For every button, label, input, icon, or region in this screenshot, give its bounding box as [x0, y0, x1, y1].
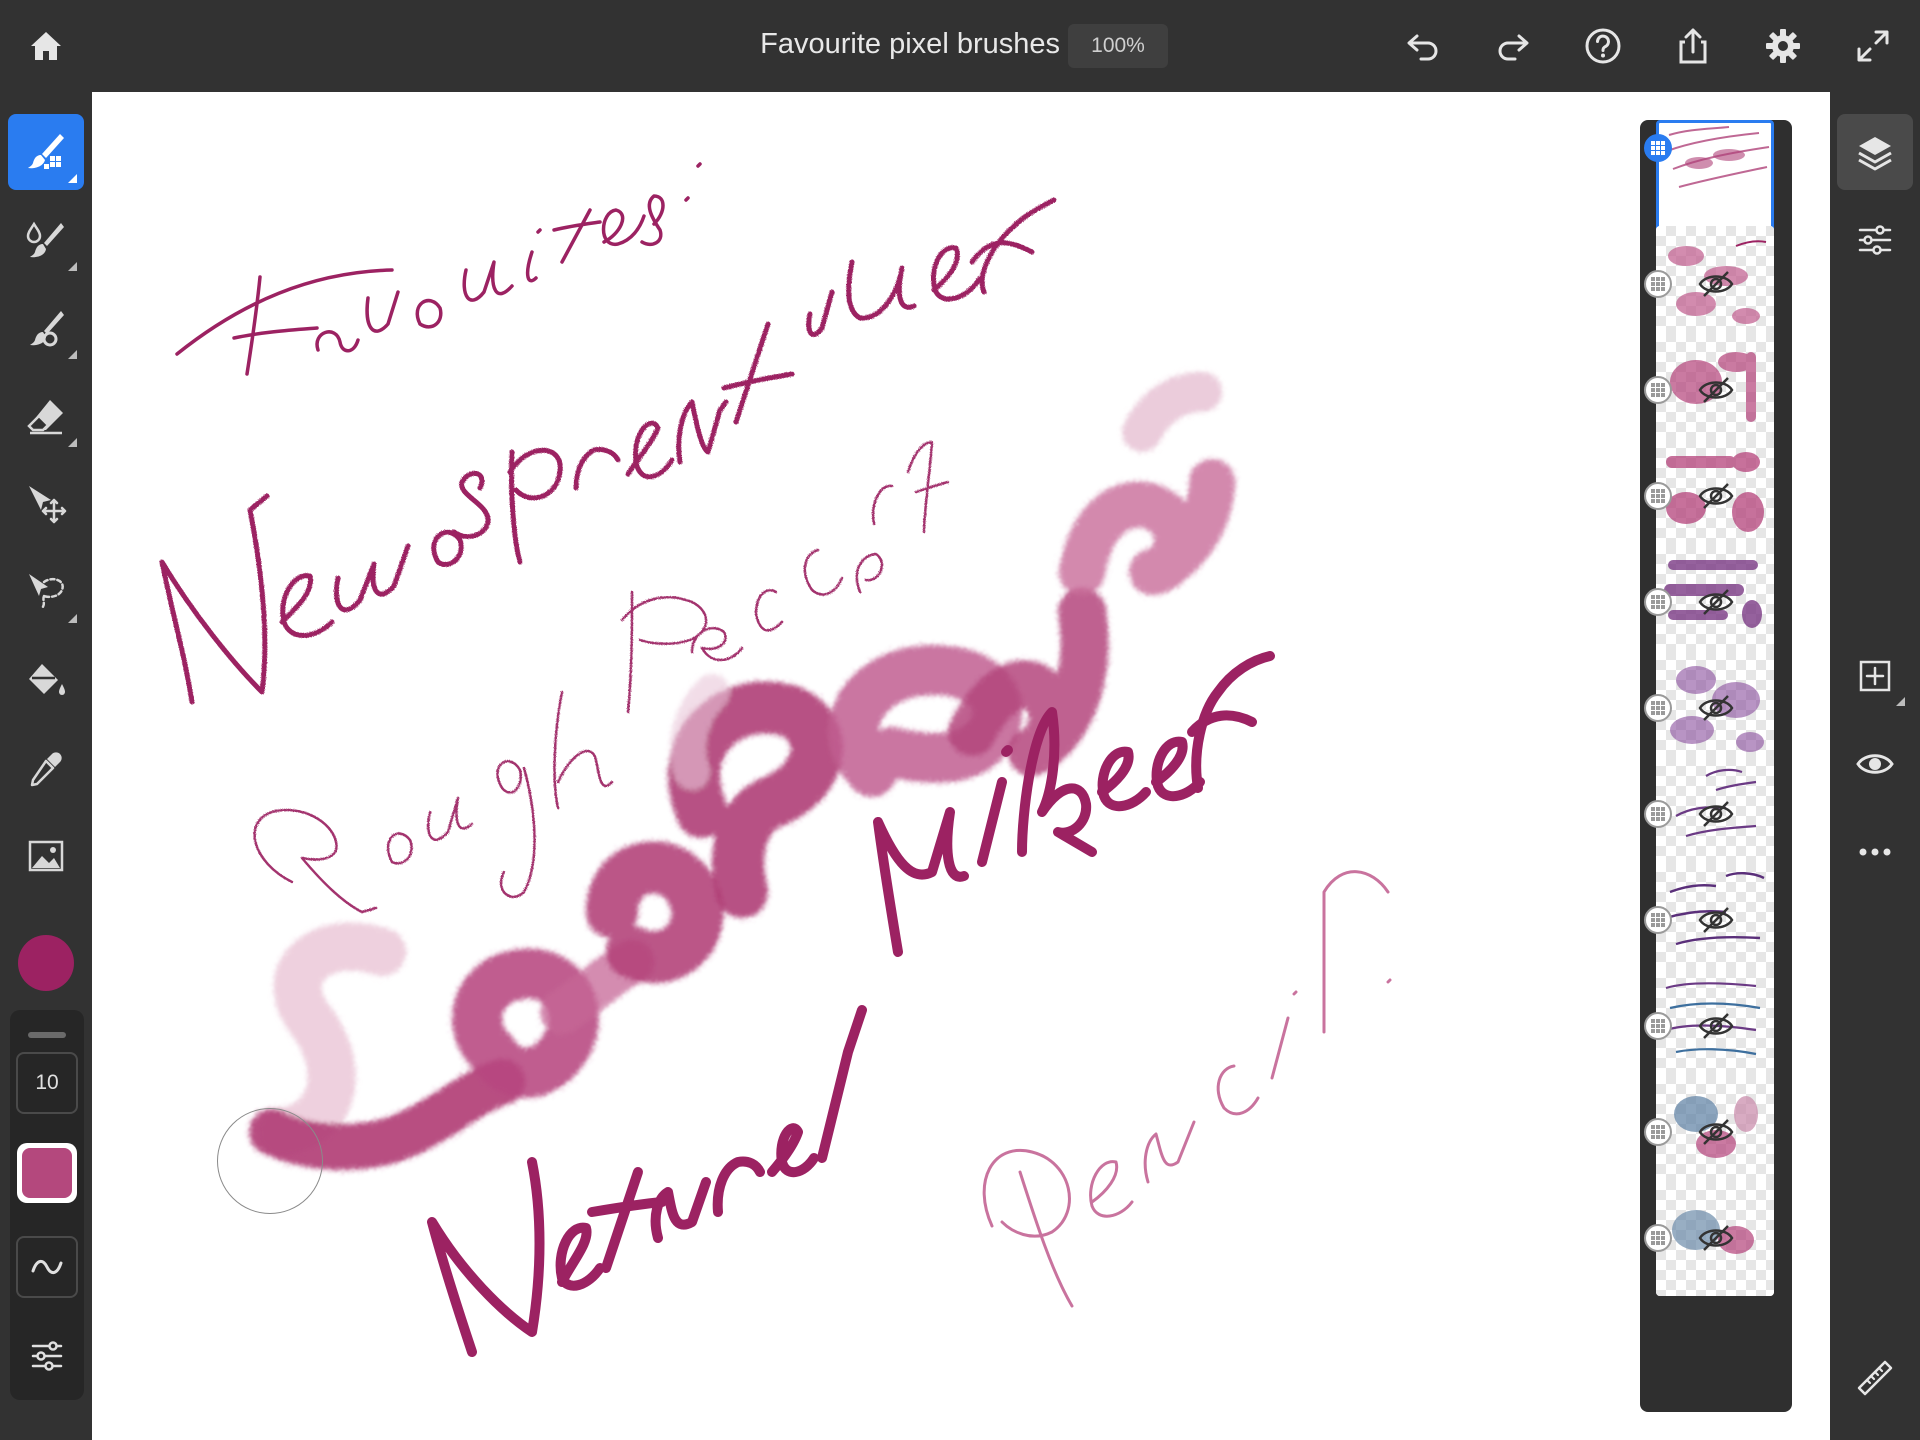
vector-brush-icon: [30, 311, 64, 347]
layer-thumbnail-9[interactable]: [1656, 968, 1774, 1084]
undo-icon[interactable]: [1395, 18, 1451, 74]
drawing-canvas[interactable]: [92, 92, 1830, 1440]
brush-size-value[interactable]: 10: [16, 1052, 78, 1114]
pixel-brush-tool[interactable]: [8, 114, 84, 190]
layer-thumbnail-8[interactable]: [1656, 862, 1774, 978]
layer-thumbnail-1[interactable]: [1656, 120, 1774, 236]
layers-button[interactable]: [1837, 114, 1913, 190]
pixel-layer-badge: [1644, 1012, 1672, 1040]
layer-thumbnail-6[interactable]: [1656, 650, 1774, 766]
transform-icon: [29, 486, 67, 524]
help-icon[interactable]: [1575, 18, 1631, 74]
vector-brush-tool[interactable]: [8, 290, 84, 366]
pixel-layer-badge: [1644, 694, 1672, 722]
hidden-eye-icon[interactable]: [1698, 372, 1734, 408]
top-bar: Favourite pixel brushes 100%: [0, 0, 1920, 92]
color-swatch[interactable]: [18, 935, 74, 991]
brush-color-fill: [22, 1148, 72, 1198]
fullscreen-icon[interactable]: [1845, 18, 1901, 74]
pixel-brush-icon: [28, 134, 64, 169]
brush-settings-button[interactable]: [16, 1325, 78, 1387]
layer-thumbnail-10[interactable]: [1656, 1074, 1774, 1190]
pixel-layer-badge: [1644, 376, 1672, 404]
place-image-tool[interactable]: [8, 818, 84, 894]
size-slider-handle[interactable]: [28, 1032, 66, 1038]
handwriting-rough-pencil: [253, 440, 950, 914]
handwriting-soft-round: [249, 372, 1235, 1170]
layer-properties-button[interactable]: [1837, 202, 1913, 278]
hidden-eye-icon[interactable]: [1698, 1008, 1734, 1044]
live-brush-tool[interactable]: [8, 202, 84, 278]
visibility-icon: [1856, 754, 1894, 774]
brush-settings-panel: 10: [10, 1010, 84, 1400]
hidden-eye-icon[interactable]: [1698, 1220, 1734, 1256]
add-layer-icon: [1859, 660, 1891, 692]
right-toolbar: [1830, 92, 1920, 1440]
canvas-artwork: [159, 162, 1392, 1357]
pixel-layer-badge: [1644, 482, 1672, 510]
visibility-button[interactable]: [1837, 726, 1913, 802]
hidden-eye-icon[interactable]: [1698, 266, 1734, 302]
add-layer-button[interactable]: [1837, 638, 1913, 714]
smoothing-icon: [31, 1260, 63, 1274]
pixel-layer-badge: [1644, 588, 1672, 616]
pixel-layer-badge: [1644, 270, 1672, 298]
home-icon[interactable]: [18, 18, 74, 74]
ruler-button[interactable]: [1837, 1340, 1913, 1416]
more-icon: [1859, 848, 1891, 856]
layer-preview: [1666, 126, 1770, 188]
layer-thumbnail-3[interactable]: [1656, 332, 1774, 448]
eraser-tool[interactable]: [8, 378, 84, 454]
handwriting-pencil: [982, 870, 1392, 1308]
eraser-icon: [27, 400, 63, 435]
redo-icon[interactable]: [1485, 18, 1541, 74]
pixel-layer-badge: [1644, 1224, 1672, 1252]
pixel-layer-badge: [1644, 906, 1672, 934]
smoothing-button[interactable]: [16, 1236, 78, 1298]
layer-thumbnail-5[interactable]: [1656, 544, 1774, 660]
zoom-level[interactable]: 100%: [1068, 24, 1168, 68]
layers-icon: [1858, 137, 1892, 171]
hidden-eye-icon[interactable]: [1698, 584, 1734, 620]
layer-thumbnail-7[interactable]: [1656, 756, 1774, 872]
transform-tool[interactable]: [8, 466, 84, 542]
brush-color-preview[interactable]: [17, 1143, 77, 1203]
live-brush-icon: [26, 221, 64, 258]
pixel-layer-badge: [1644, 134, 1672, 162]
brush-cursor: [217, 1108, 323, 1214]
layer-thumbnail-4[interactable]: [1656, 438, 1774, 554]
layer-thumbnail-11[interactable]: [1656, 1180, 1774, 1296]
lasso-icon: [29, 574, 64, 610]
eyedropper-tool[interactable]: [8, 730, 84, 806]
settings-icon[interactable]: [1755, 18, 1811, 74]
image-icon: [28, 840, 64, 872]
layer-thumbnail-2[interactable]: [1656, 226, 1774, 342]
handwriting-favourites: [175, 162, 702, 376]
layers-panel: [1640, 120, 1792, 1412]
selection-tool[interactable]: [8, 554, 84, 630]
hidden-eye-icon[interactable]: [1698, 796, 1734, 832]
share-icon[interactable]: [1665, 18, 1721, 74]
pixel-layer-badge: [1644, 800, 1672, 828]
hidden-eye-icon[interactable]: [1698, 1114, 1734, 1150]
hidden-eye-icon[interactable]: [1698, 902, 1734, 938]
hidden-eye-icon[interactable]: [1698, 478, 1734, 514]
pixel-layer-badge: [1644, 1118, 1672, 1146]
hidden-eye-icon[interactable]: [1698, 690, 1734, 726]
sliders-icon: [31, 1341, 63, 1371]
eyedropper-icon: [30, 752, 62, 787]
fill-tool[interactable]: [8, 642, 84, 718]
handwriting-newsprint-inker: [159, 197, 1057, 705]
paint-bucket-icon: [29, 664, 65, 695]
ruler-icon: [1857, 1360, 1893, 1396]
document-title[interactable]: Favourite pixel brushes: [700, 28, 1060, 61]
more-options-button[interactable]: [1837, 814, 1913, 890]
layer-properties-icon: [1858, 225, 1892, 255]
